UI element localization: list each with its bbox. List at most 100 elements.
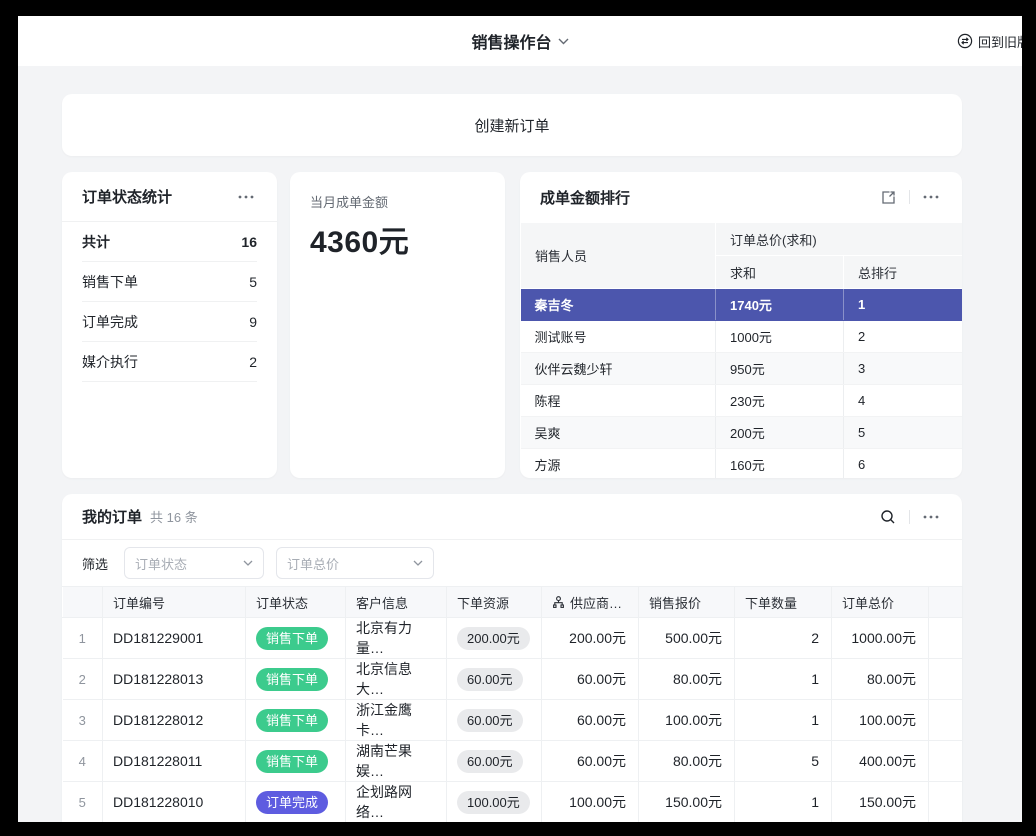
ranking-row[interactable]: 测试账号 1000元 2	[521, 321, 963, 353]
stat-value: 2	[249, 354, 257, 370]
stat-label: 共计	[82, 232, 110, 252]
back-to-old-version-link[interactable]: 回到旧版	[957, 16, 1022, 66]
create-order-label: 创建新订单	[474, 115, 549, 136]
quantity-cell: 1	[735, 782, 832, 823]
total-cell: 80.00元	[832, 659, 929, 700]
filter-bar: 筛选 订单状态 订单总价	[62, 540, 962, 586]
divider	[909, 190, 910, 204]
person-rank: 4	[844, 385, 963, 417]
customer-cell: 浙江金鹰卡…	[346, 700, 447, 741]
col-sum: 求和	[716, 256, 844, 289]
col-total[interactable]: 订单总价	[832, 587, 929, 618]
col-supplier[interactable]: 供应商…	[542, 587, 639, 618]
stat-label: 媒介执行	[82, 352, 138, 372]
quantity-cell: 2	[735, 618, 832, 659]
person-sum: 1740元	[716, 289, 844, 321]
order-total-filter-select[interactable]: 订单总价	[276, 547, 434, 579]
total-cell: 1000.00元	[832, 618, 929, 659]
my-orders-card: 我的订单 共 16 条 筛选 订单状态 订单总价	[62, 494, 962, 822]
ranking-row[interactable]: 秦吉冬 1740元 1	[521, 289, 963, 321]
stat-row-total[interactable]: 共计 16	[82, 222, 257, 262]
col-rank: 总排行	[844, 256, 963, 289]
stat-row-media-exec[interactable]: 媒介执行 2	[82, 342, 257, 382]
ranking-card-title: 成单金额排行	[540, 187, 630, 208]
more-icon[interactable]	[920, 506, 942, 528]
resource-tag: 100.00元	[457, 791, 530, 814]
resource-tag: 200.00元	[457, 627, 530, 650]
person-sum: 200元	[716, 417, 844, 449]
person-sum: 950元	[716, 353, 844, 385]
supplier-cell: 100.00元	[542, 782, 639, 823]
filter-label: 筛选	[82, 554, 108, 573]
status-badge: 销售下单	[256, 668, 328, 691]
order-id: DD181229001	[103, 618, 246, 659]
total-cell: 100.00元	[832, 700, 929, 741]
select-placeholder: 订单总价	[287, 554, 339, 573]
person-name: 伙伴云魏少轩	[521, 353, 716, 385]
amount-value: 4360元	[310, 217, 485, 261]
row-number: 3	[63, 700, 103, 741]
order-id: DD181228010	[103, 782, 246, 823]
stat-row-sales-ordered[interactable]: 销售下单 5	[82, 262, 257, 302]
divider	[909, 510, 910, 524]
resource-tag: 60.00元	[457, 668, 523, 691]
order-row[interactable]: 3 DD181228012 销售下单 浙江金鹰卡… 60.00元 60.00元 …	[63, 700, 963, 741]
person-sum: 230元	[716, 385, 844, 417]
col-order-status[interactable]: 订单状态	[246, 587, 346, 618]
search-icon[interactable]	[877, 506, 899, 528]
open-external-icon[interactable]	[877, 186, 899, 208]
row-number: 5	[63, 782, 103, 823]
customer-cell: 北京有力量…	[346, 618, 447, 659]
page-title: 销售操作台	[471, 29, 551, 53]
col-order-total-group: 订单总价(求和)	[716, 223, 963, 256]
supplier-cell: 200.00元	[542, 618, 639, 659]
col-customer[interactable]: 客户信息	[346, 587, 447, 618]
quantity-cell: 1	[735, 700, 832, 741]
order-id: DD181228013	[103, 659, 246, 700]
topbar: 销售操作台 回到旧版	[18, 16, 1022, 66]
person-name: 吴爽	[521, 417, 716, 449]
person-name: 秦吉冬	[521, 289, 716, 321]
stat-value: 16	[241, 234, 257, 250]
chevron-down-icon	[243, 560, 253, 566]
relation-icon	[552, 596, 565, 609]
col-order-id[interactable]: 订单编号	[103, 587, 246, 618]
status-badge: 订单完成	[256, 791, 328, 814]
person-sum: 160元	[716, 449, 844, 479]
person-rank: 5	[844, 417, 963, 449]
orders-header-row: 订单编号 订单状态 客户信息 下单资源	[63, 587, 963, 618]
col-quote[interactable]: 销售报价	[639, 587, 735, 618]
orders-title: 我的订单	[82, 506, 142, 527]
col-row-number	[63, 587, 103, 618]
ranking-row[interactable]: 伙伴云魏少轩 950元 3	[521, 353, 963, 385]
person-rank: 3	[844, 353, 963, 385]
resource-tag: 60.00元	[457, 709, 523, 732]
order-row[interactable]: 2 DD181228013 销售下单 北京信息大… 60.00元 60.00元 …	[63, 659, 963, 700]
ranking-row[interactable]: 方源 160元 6	[521, 449, 963, 479]
order-row[interactable]: 1 DD181229001 销售下单 北京有力量… 200.00元 200.00…	[63, 618, 963, 659]
col-quantity[interactable]: 下单数量	[735, 587, 832, 618]
stat-label: 订单完成	[82, 312, 138, 332]
col-resource[interactable]: 下单资源	[447, 587, 542, 618]
total-cell: 150.00元	[832, 782, 929, 823]
order-id: DD181228012	[103, 700, 246, 741]
order-status-stats-card: 订单状态统计 共计 16 销售下单 5 订单完成 9 媒介执行 2	[62, 172, 277, 478]
order-row[interactable]: 4 DD181228011 销售下单 湖南芒果娱… 60.00元 60.00元 …	[63, 741, 963, 782]
more-icon[interactable]	[235, 186, 257, 208]
quote-cell: 150.00元	[639, 782, 735, 823]
ranking-row[interactable]: 吴爽 200元 5	[521, 417, 963, 449]
total-cell: 400.00元	[832, 741, 929, 782]
stat-value: 9	[249, 314, 257, 330]
stat-row-order-complete[interactable]: 订单完成 9	[82, 302, 257, 342]
workspace-switcher[interactable]: 销售操作台	[471, 29, 568, 53]
order-row[interactable]: 5 DD181228010 订单完成 企划路网络… 100.00元 100.00…	[63, 782, 963, 823]
quote-cell: 500.00元	[639, 618, 735, 659]
ranking-row[interactable]: 陈程 230元 4	[521, 385, 963, 417]
person-name: 方源	[521, 449, 716, 479]
order-status-filter-select[interactable]: 订单状态	[124, 547, 264, 579]
more-icon[interactable]	[920, 186, 942, 208]
quote-cell: 80.00元	[639, 659, 735, 700]
orders-count: 共 16 条	[150, 507, 198, 526]
create-order-button[interactable]: 创建新订单	[62, 94, 962, 156]
person-name: 陈程	[521, 385, 716, 417]
